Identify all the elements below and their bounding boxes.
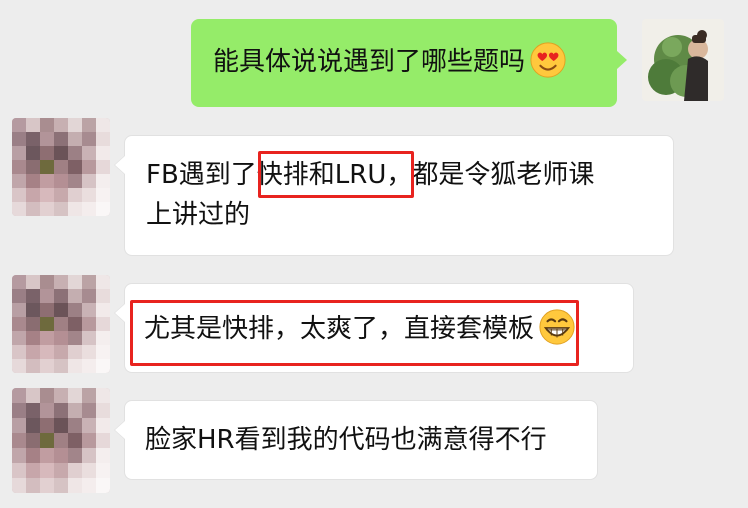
contact-avatar[interactable]: [12, 275, 110, 373]
incoming-message-bubble[interactable]: FB遇到了快排和LRU，都是令狐老师课 上讲过的: [115, 135, 674, 256]
chat-window: 能具体说说遇到了哪些题吗 FB遇到了快排和LRU，都是令狐老师课 上讲过的 尤其…: [0, 0, 748, 508]
message-text: 能具体说说遇到了哪些题吗: [213, 47, 526, 77]
bubble-tail: [115, 421, 125, 439]
grinning-emoji: [538, 308, 576, 346]
contact-avatar[interactable]: [12, 118, 110, 216]
heart-eyes-emoji: [529, 41, 567, 79]
bubble-tail: [115, 156, 125, 174]
message-text-after: ，都是令狐老师课: [386, 160, 595, 190]
message-line-2: 上讲过的: [146, 200, 251, 230]
highlighted-text: 快排和LRU: [256, 160, 387, 190]
contact-avatar[interactable]: [12, 388, 110, 493]
message-text: 尤其是快排，太爽了，直接套模板: [144, 314, 535, 344]
incoming-message-bubble[interactable]: 尤其是快排，太爽了，直接套模板: [115, 283, 634, 373]
incoming-message-bubble[interactable]: 脸家HR看到我的代码也满意得不行: [115, 400, 598, 480]
message-text-pre: FB遇到了: [146, 160, 257, 190]
bubble-tail: [617, 51, 627, 69]
bubble-tail: [115, 304, 125, 322]
message-line-1: FB遇到了快排和LRU，都是令狐老师课: [146, 155, 673, 195]
outgoing-message-bubble[interactable]: 能具体说说遇到了哪些题吗: [191, 19, 627, 107]
my-avatar[interactable]: [642, 19, 724, 101]
message-text: 脸家HR看到我的代码也满意得不行: [145, 425, 547, 455]
